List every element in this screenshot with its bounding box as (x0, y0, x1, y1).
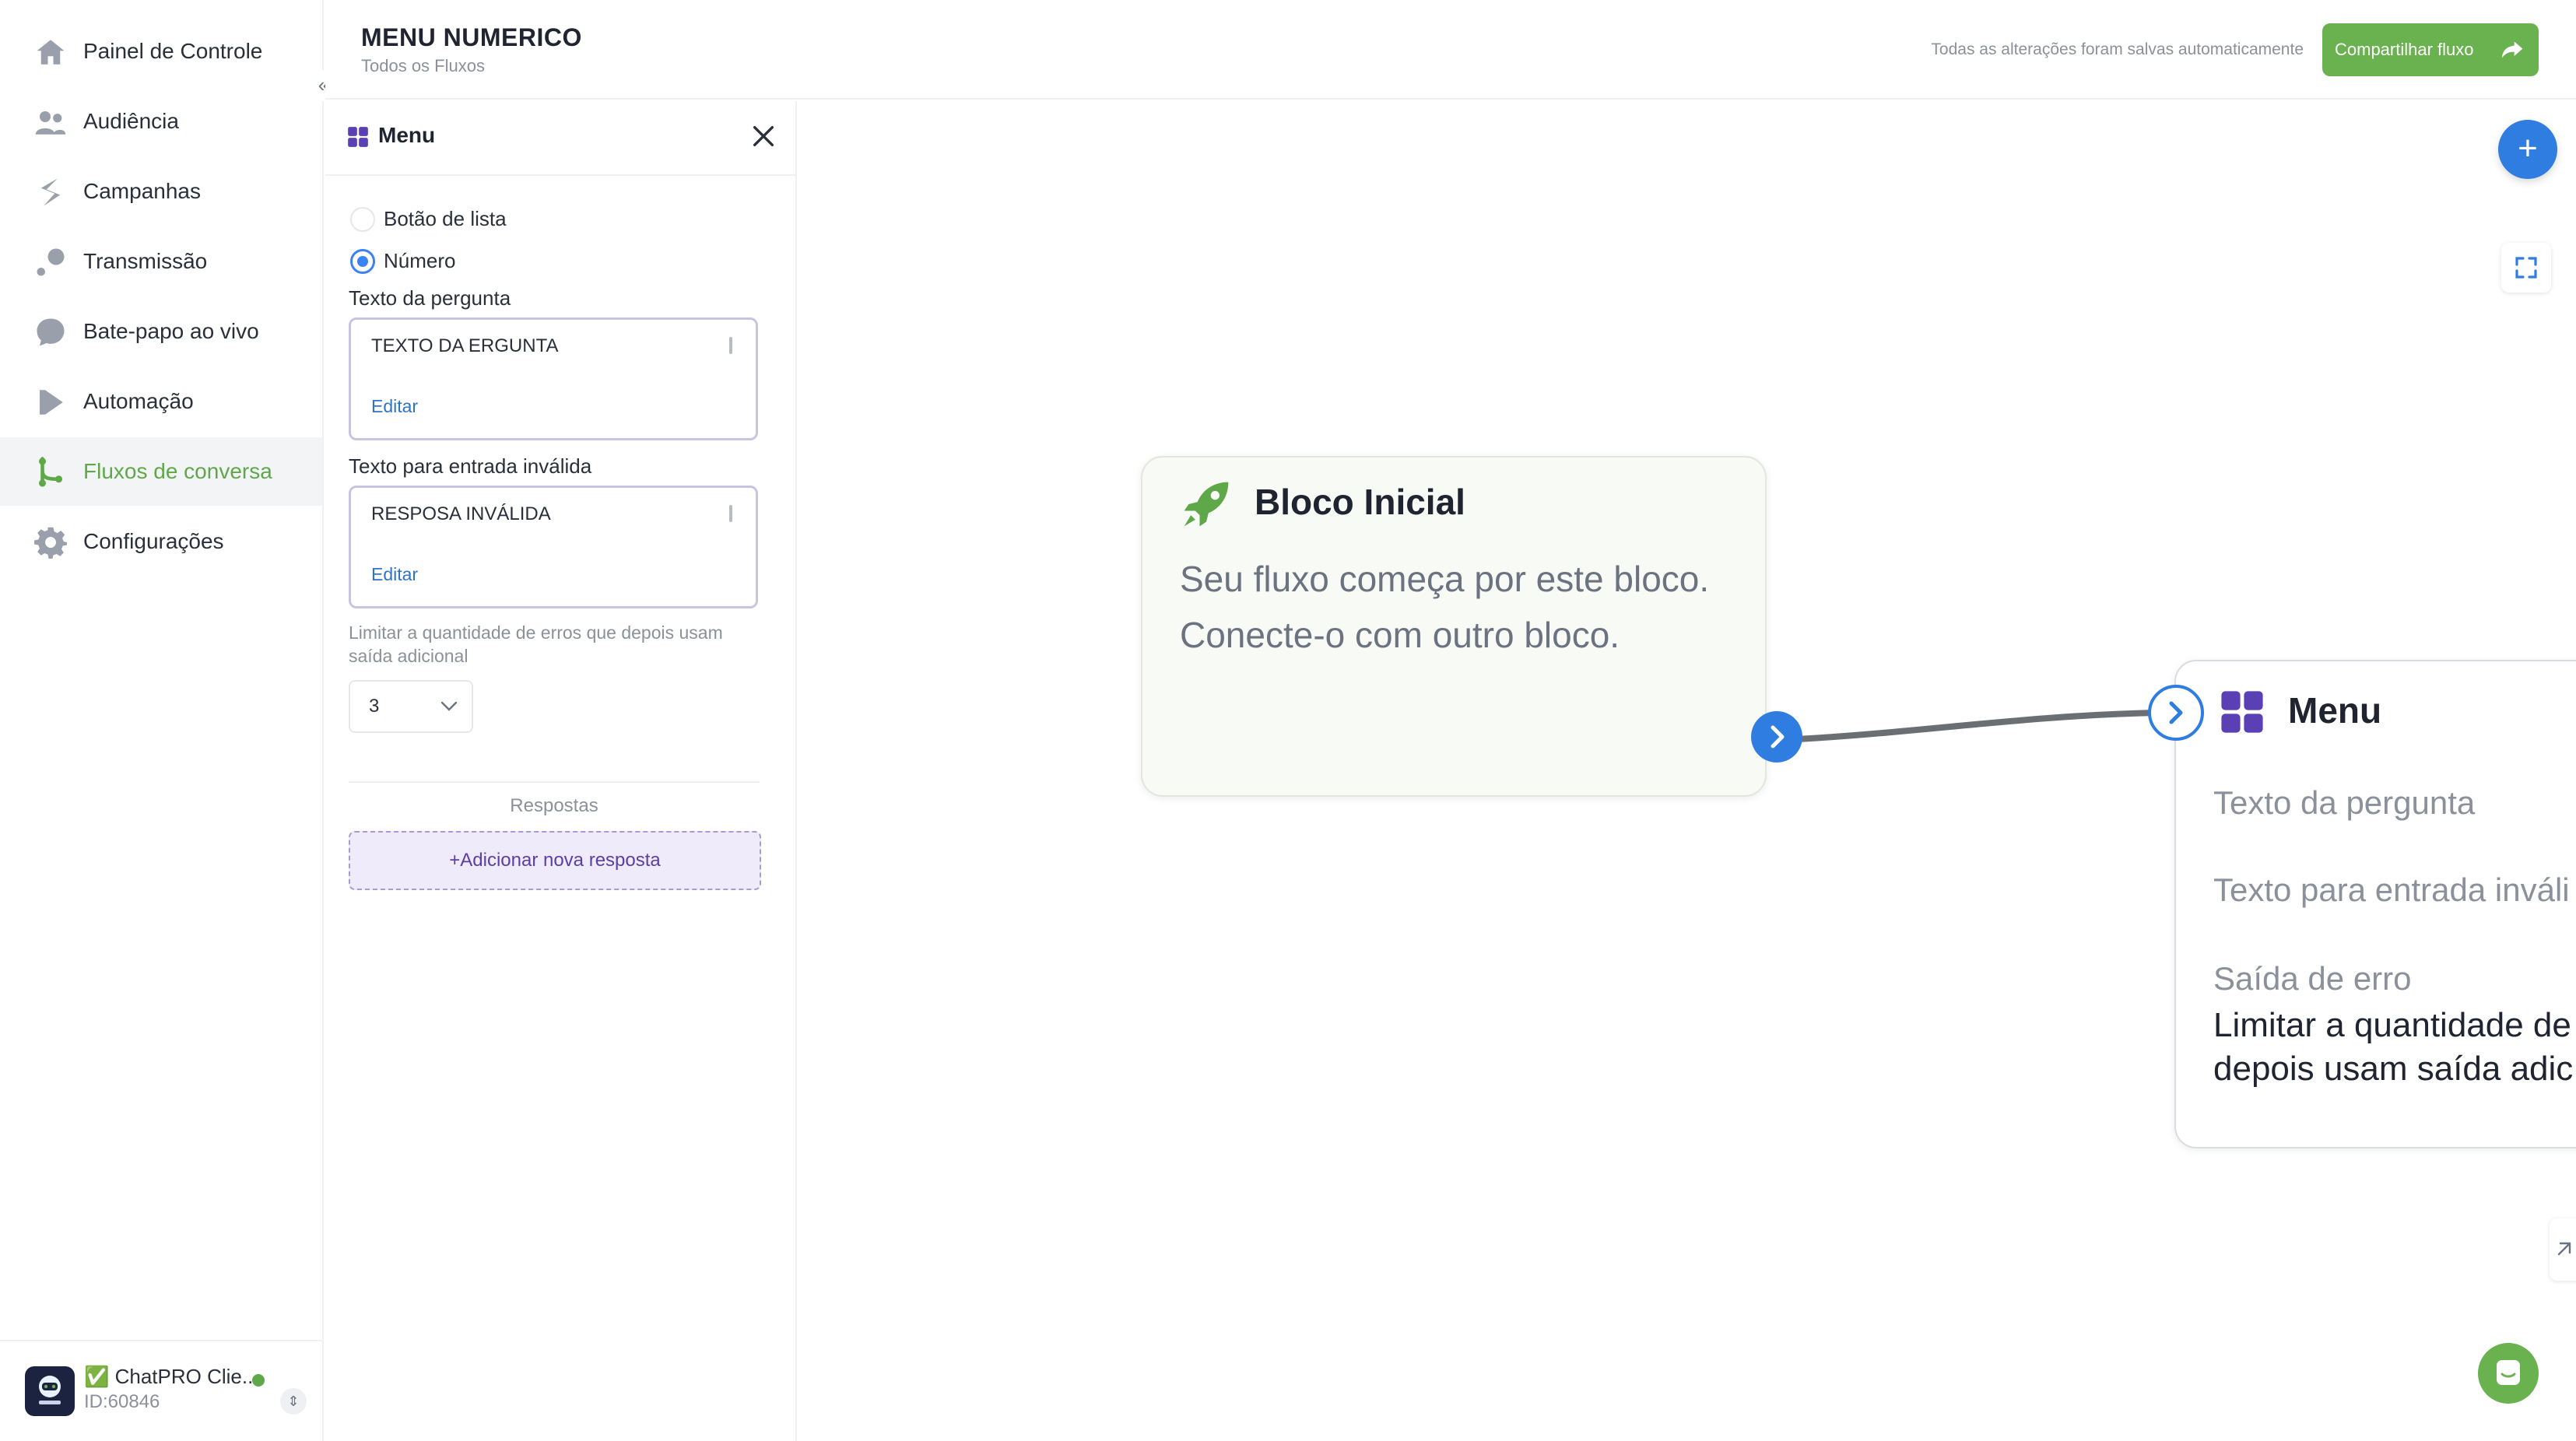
menu-block-title: Menu (2288, 690, 2382, 731)
automation-icon (40, 390, 63, 415)
scrollbar[interactable] (729, 505, 732, 522)
start-block-title: Bloco Inicial (1255, 482, 1465, 522)
gear-icon (34, 527, 67, 559)
menu-block-invalid-label: Texto para entrada inváli (2213, 871, 2570, 908)
error-limit-description: Limitar a quantidade de erros que depois… (349, 622, 723, 666)
fit-view-button[interactable] (2501, 243, 2551, 293)
chat-icon (2497, 1360, 2520, 1385)
broadcast-icon (37, 248, 65, 276)
sidebar-item-label: Transmissão (83, 249, 208, 273)
switch-account-icon[interactable]: ⇕ (280, 1388, 307, 1415)
support-chat-button[interactable] (2478, 1343, 2539, 1404)
sidebar-item-label: Painel de Controle (83, 39, 263, 63)
invalid-input-label: Texto para entrada inválida (349, 454, 592, 478)
sidebar-item-live-chat[interactable]: Bate-papo ao vivo (0, 297, 322, 366)
menu-block-error-line: depois usam saída adic (2213, 1050, 2574, 1088)
sidebar-item-label: Campanhas (83, 179, 201, 203)
account-id: ID:60846 (84, 1391, 160, 1412)
expand-icon (2515, 257, 2537, 279)
sidebar-item-automation[interactable]: Automação (0, 367, 322, 436)
question-text-value: TEXTO DA ERGUNTA (371, 335, 559, 356)
radio-list-button-label: Botão de lista (384, 207, 507, 230)
edit-invalid-link[interactable]: Editar (371, 564, 418, 585)
menu-grid-icon (348, 127, 368, 147)
edit-question-link[interactable]: Editar (371, 396, 418, 417)
side-tool-tab[interactable] (2550, 1218, 2576, 1281)
close-icon[interactable] (750, 123, 777, 149)
sidebar-item-broadcast[interactable]: Transmissão (0, 227, 322, 296)
sidebar-item-label: Automação (83, 389, 194, 413)
menu-block-error-line: Limitar a quantidade de (2213, 1006, 2571, 1044)
input-port[interactable] (2148, 685, 2204, 741)
output-port[interactable] (1751, 711, 1802, 763)
panel-title: Menu (378, 123, 436, 147)
question-text-field[interactable]: TEXTO DA ERGUNTA Editar (349, 317, 758, 440)
answers-section-label: Respostas (510, 795, 598, 816)
users-icon (35, 111, 66, 135)
menu-block-error-description: Limitar a quantidade de depois usam saíd… (2213, 1004, 2576, 1091)
add-answer-button[interactable]: +Adicionar nova resposta (349, 831, 761, 890)
sidebar-item-label: Fluxos de conversa (83, 459, 272, 483)
menu-block-error-label: Saída de erro (2213, 960, 2412, 997)
breadcrumb[interactable]: Todos os Fluxos (361, 56, 485, 76)
account-avatar (25, 1366, 75, 1416)
flow-icon (38, 457, 63, 487)
chevron-right-icon (1771, 725, 1785, 749)
chat-bubble-icon (37, 318, 65, 346)
share-arrow-icon (2501, 41, 2523, 58)
divider (349, 781, 760, 783)
page-title: MENU NUMERICO (361, 23, 582, 51)
chevron-right-icon (2169, 701, 2183, 724)
share-button-label: Compartilhar fluxo (2335, 40, 2474, 59)
radio-number-label: Número (384, 249, 456, 272)
invalid-input-value: RESPOSA INVÁLIDA (371, 503, 551, 524)
campaign-icon (40, 178, 61, 206)
radio-list-button[interactable] (350, 207, 375, 232)
sidebar-item-campaigns[interactable]: Campanhas (0, 157, 322, 226)
account-switcher[interactable]: ✅ ChatPRO Clie... ID:60846 ⇕ (0, 1340, 322, 1441)
sidebar-item-settings[interactable]: Configurações (0, 507, 322, 576)
sidebar-item-label: Audiência (83, 109, 179, 133)
menu-block-question-label: Texto da pergunta (2213, 784, 2476, 821)
home-icon (37, 40, 65, 65)
error-limit-select[interactable]: 3 (349, 680, 473, 733)
chevron-down-icon (440, 701, 458, 711)
account-name: ✅ ChatPRO Clie... (84, 1365, 259, 1388)
sidebar-item-flows[interactable]: Fluxos de conversa (0, 437, 322, 506)
scrollbar[interactable] (729, 337, 732, 354)
sidebar: Painel de Controle Audiência Campanhas T… (0, 0, 324, 1441)
connection-line (1795, 710, 2159, 742)
robot-logo-icon (39, 1376, 61, 1404)
invalid-input-field[interactable]: RESPOSA INVÁLIDA Editar (349, 486, 758, 608)
share-flow-button[interactable]: Compartilhar fluxo (2322, 23, 2539, 76)
menu-grid-icon (2221, 691, 2263, 733)
sidebar-item-label: Configurações (83, 529, 224, 553)
sidebar-item-dashboard[interactable]: Painel de Controle (0, 17, 322, 86)
sidebar-item-label: Bate-papo ao vivo (83, 319, 259, 343)
radio-number[interactable] (350, 249, 375, 274)
error-limit-value: 3 (369, 696, 380, 717)
online-status-dot (252, 1374, 265, 1387)
question-text-label: Texto da pergunta (349, 286, 511, 310)
add-block-button[interactable]: + (2498, 120, 2557, 179)
resize-icon (2557, 1242, 2571, 1256)
start-block-description: Seu fluxo começa por este bloco. Conecte… (1180, 559, 1710, 655)
rocket-icon (1184, 482, 1229, 527)
save-status-text: Todas as alterações foram salvas automat… (1931, 40, 2304, 58)
sidebar-item-audience[interactable]: Audiência (0, 87, 322, 156)
